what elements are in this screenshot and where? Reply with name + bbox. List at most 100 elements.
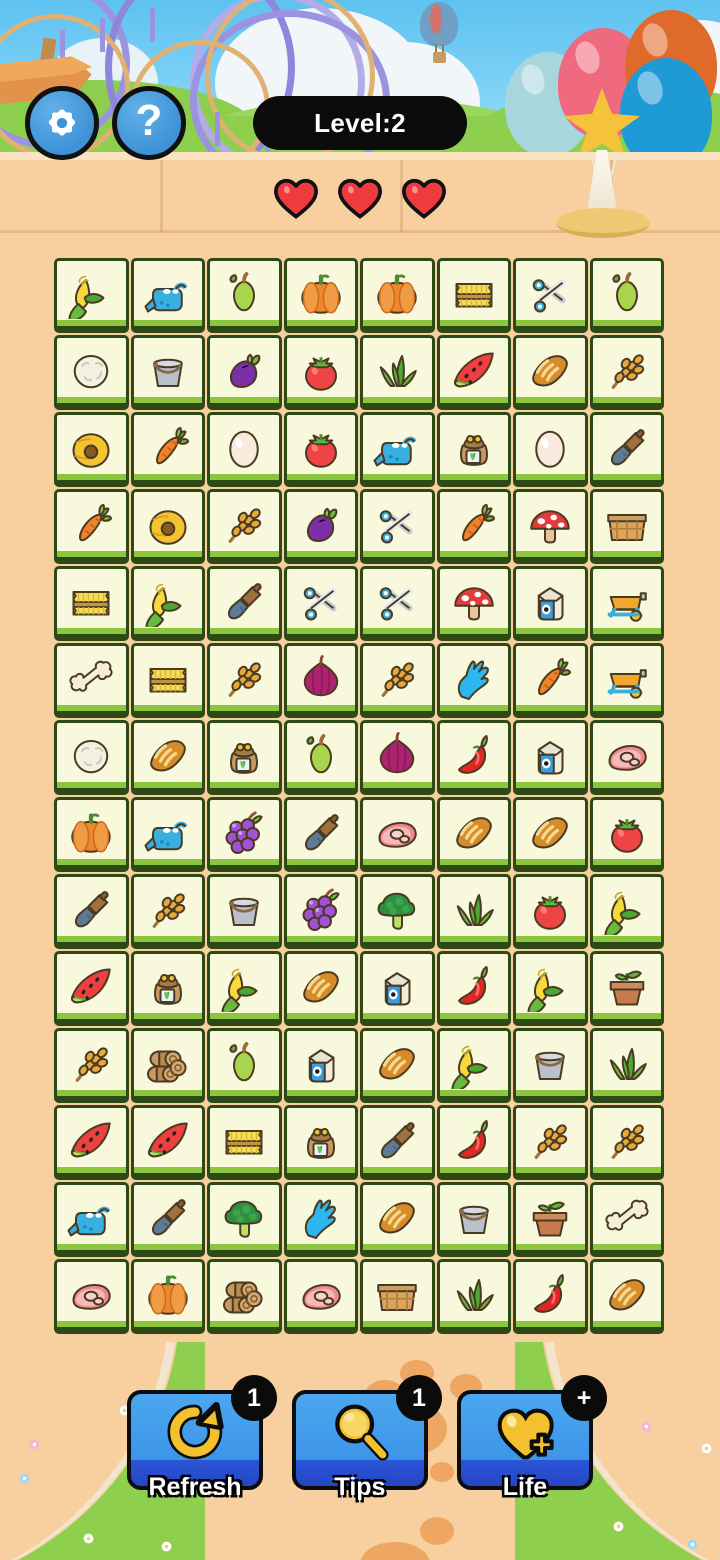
tile-onion[interactable] <box>283 643 358 718</box>
tile-corn[interactable] <box>130 566 205 641</box>
tile-milk[interactable] <box>283 1028 358 1103</box>
tile-chili[interactable] <box>436 1105 511 1180</box>
tile-chili[interactable] <box>436 720 511 795</box>
tile-seed-bag[interactable] <box>436 412 511 487</box>
tile-grass[interactable] <box>360 335 435 410</box>
tile-shovel[interactable] <box>54 874 129 949</box>
tile-wheelbarrow[interactable] <box>589 643 664 718</box>
tile-shovel[interactable] <box>130 1182 205 1257</box>
tile-tomato[interactable] <box>513 874 588 949</box>
tile-logs[interactable] <box>207 1259 282 1334</box>
tile-basket[interactable] <box>360 1259 435 1334</box>
tile-seed-bag[interactable] <box>283 1105 358 1180</box>
tile-corn[interactable] <box>207 951 282 1026</box>
tile-cauliflower[interactable] <box>54 720 129 795</box>
tile-wheat[interactable] <box>207 643 282 718</box>
tile-pumpkin[interactable] <box>130 1259 205 1334</box>
tile-grass[interactable] <box>589 1028 664 1103</box>
tile-glove[interactable] <box>436 643 511 718</box>
tile-corn[interactable] <box>436 1028 511 1103</box>
help-button[interactable]: ? <box>112 86 186 160</box>
tile-watermelon[interactable] <box>54 951 129 1026</box>
tile-bread[interactable] <box>589 1259 664 1334</box>
tile-grapes[interactable] <box>283 874 358 949</box>
tile-mushroom[interactable] <box>513 489 588 564</box>
tile-carrot[interactable] <box>436 489 511 564</box>
tile-corn[interactable] <box>589 874 664 949</box>
tile-bread[interactable] <box>360 1182 435 1257</box>
tile-pumpkin[interactable] <box>283 258 358 333</box>
settings-button[interactable] <box>25 86 99 160</box>
tile-wheelbarrow[interactable] <box>589 566 664 641</box>
tile-shovel[interactable] <box>283 797 358 872</box>
tile-shovel[interactable] <box>360 1105 435 1180</box>
tips-badge[interactable]: 1 <box>396 1375 442 1421</box>
tile-wheat[interactable] <box>360 643 435 718</box>
tile-bucket[interactable] <box>130 335 205 410</box>
tile-glove[interactable] <box>283 1182 358 1257</box>
tile-pear[interactable] <box>589 258 664 333</box>
tile-tomato[interactable] <box>283 412 358 487</box>
tile-corn[interactable] <box>513 951 588 1026</box>
tile-pear[interactable] <box>207 1028 282 1103</box>
tile-carrot[interactable] <box>130 412 205 487</box>
tile-watermelon[interactable] <box>436 335 511 410</box>
tile-wheat[interactable] <box>130 874 205 949</box>
tile-bread[interactable] <box>130 720 205 795</box>
tile-hay-bale[interactable] <box>54 566 129 641</box>
tile-pumpkin[interactable] <box>54 797 129 872</box>
tile-hay-bale[interactable] <box>436 258 511 333</box>
tile-carrot[interactable] <box>54 489 129 564</box>
tile-shovel[interactable] <box>589 412 664 487</box>
tile-grass[interactable] <box>436 1259 511 1334</box>
tile-milk[interactable] <box>360 951 435 1026</box>
life-button[interactable]: Life + <box>457 1375 607 1501</box>
tile-watering-can[interactable] <box>130 797 205 872</box>
tile-hay-bale[interactable] <box>130 643 205 718</box>
tile-egg[interactable] <box>513 412 588 487</box>
tile-chili[interactable] <box>436 951 511 1026</box>
tile-pear[interactable] <box>207 258 282 333</box>
tile-beehive[interactable] <box>130 489 205 564</box>
tile-scissors[interactable] <box>283 566 358 641</box>
tile-milk[interactable] <box>513 566 588 641</box>
tile-cauliflower[interactable] <box>54 335 129 410</box>
tips-button[interactable]: Tips 1 <box>292 1375 442 1501</box>
tile-corn[interactable] <box>54 258 129 333</box>
tile-wheat[interactable] <box>207 489 282 564</box>
tile-bread[interactable] <box>360 1028 435 1103</box>
tile-watering-can[interactable] <box>130 258 205 333</box>
tile-carrot[interactable] <box>513 643 588 718</box>
tile-eggplant[interactable] <box>207 335 282 410</box>
tile-tomato[interactable] <box>283 335 358 410</box>
tile-bread[interactable] <box>513 335 588 410</box>
tile-grapes[interactable] <box>207 797 282 872</box>
tile-scissors[interactable] <box>360 566 435 641</box>
tile-egg[interactable] <box>207 412 282 487</box>
tile-bread[interactable] <box>283 951 358 1026</box>
refresh-button[interactable]: Refresh 1 <box>127 1375 277 1501</box>
tile-bread[interactable] <box>513 797 588 872</box>
tile-steak[interactable] <box>589 720 664 795</box>
tile-bread[interactable] <box>436 797 511 872</box>
tile-steak[interactable] <box>54 1259 129 1334</box>
tile-seed-bag[interactable] <box>207 720 282 795</box>
tile-broccoli[interactable] <box>207 1182 282 1257</box>
tile-seed-bag[interactable] <box>130 951 205 1026</box>
tile-bone[interactable] <box>54 643 129 718</box>
tile-wheat[interactable] <box>589 1105 664 1180</box>
tile-basket[interactable] <box>589 489 664 564</box>
tile-shovel[interactable] <box>207 566 282 641</box>
tile-watering-can[interactable] <box>360 412 435 487</box>
tile-broccoli[interactable] <box>360 874 435 949</box>
tile-pear[interactable] <box>283 720 358 795</box>
tile-pumpkin[interactable] <box>360 258 435 333</box>
tile-potted-plant[interactable] <box>513 1182 588 1257</box>
tile-hay-bale[interactable] <box>207 1105 282 1180</box>
tile-bucket[interactable] <box>207 874 282 949</box>
tile-board[interactable] <box>54 258 664 1334</box>
tile-mushroom[interactable] <box>436 566 511 641</box>
tile-logs[interactable] <box>130 1028 205 1103</box>
tile-wheat[interactable] <box>54 1028 129 1103</box>
tile-watering-can[interactable] <box>54 1182 129 1257</box>
